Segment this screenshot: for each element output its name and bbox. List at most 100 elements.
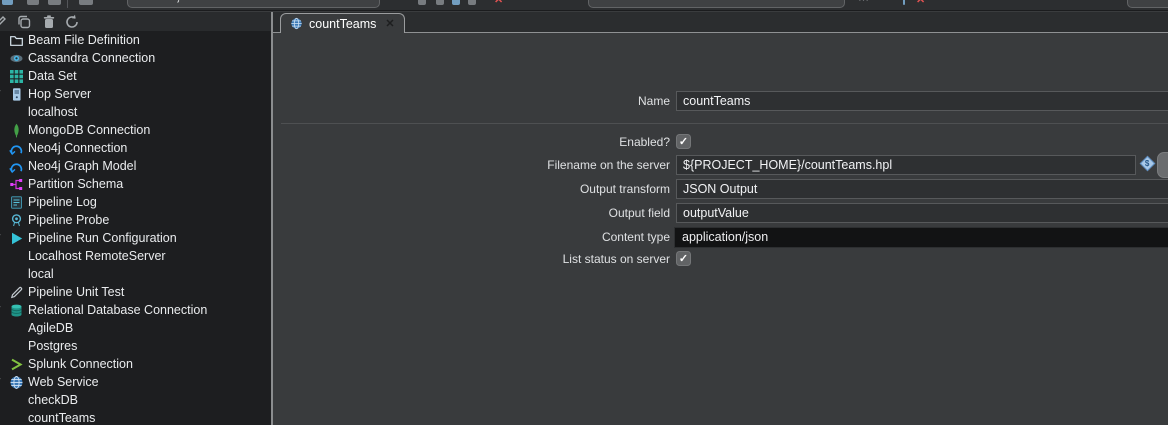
tree-item-pipeline-unit-test[interactable]: Pipeline Unit Test [0, 283, 271, 301]
environment-selector[interactable]: Local [588, 0, 845, 8]
environment-menu-icon[interactable]: ⋯ [858, 0, 870, 6]
pipeline-probe-icon [9, 213, 24, 228]
file-icon[interactable] [2, 0, 13, 5]
editor-area: countTeams ✕ Name Enabled?✓Filename on th… [273, 12, 1168, 425]
unit-test-icon [9, 285, 24, 300]
tree-item-localhost[interactable]: localhost [0, 103, 271, 121]
output-transform-label: Output transform [273, 179, 670, 200]
list-status-label: List status on server [273, 249, 670, 270]
tree-item-web-service[interactable]: ▾Web Service [0, 373, 271, 391]
variable-icon[interactable]: $ [1140, 156, 1156, 172]
filename-input[interactable] [676, 155, 1136, 175]
tree-item-mongodb-connection[interactable]: MongoDB Connection [0, 121, 271, 139]
main-toolbar: Test Project ✕ Local ⋯ ✕ [0, 0, 1168, 11]
output-field-input[interactable] [676, 203, 1168, 223]
save-icon[interactable] [27, 0, 39, 5]
sidebar-splitter[interactable] [271, 12, 273, 425]
project-selector[interactable]: Test Project [127, 0, 380, 8]
neo4j-icon [9, 159, 24, 174]
tree-item-label: checkDB [28, 391, 78, 409]
chevron-down-icon[interactable]: ▾ [0, 87, 6, 98]
close-icon[interactable]: ✕ [385, 17, 394, 30]
chevron-down-icon[interactable]: ▾ [0, 231, 6, 242]
filename-label: Filename on the server [273, 155, 670, 176]
tree-item-label: AgileDB [28, 319, 73, 337]
tree-item-label: local [28, 265, 54, 283]
webservice-icon [290, 17, 303, 30]
tree-item-neo4j-graph-model[interactable]: Neo4j Graph Model [0, 157, 271, 175]
metadata-toolbar [0, 12, 271, 31]
project-info-icon[interactable] [452, 0, 460, 5]
name-label: Name [273, 91, 670, 112]
chevron-down-icon[interactable]: ▾ [0, 375, 6, 386]
tree-item-label: Relational Database Connection [28, 301, 207, 319]
project-add-icon[interactable] [418, 0, 426, 5]
tree-item-label: Hop Server [28, 85, 91, 103]
tree-item-label: Beam File Definition [28, 31, 140, 49]
content-type-combo[interactable]: application/json [674, 227, 1168, 248]
run-selector[interactable] [1127, 0, 1168, 8]
tree-item-neo4j-connection[interactable]: Neo4j Connection [0, 139, 271, 157]
tree-item-label: Pipeline Run Configuration [28, 229, 177, 247]
tree-item-pipeline-log[interactable]: Pipeline Log [0, 193, 271, 211]
tree-item-label: Cassandra Connection [28, 49, 155, 67]
copy-icon[interactable] [16, 14, 32, 30]
tree-item-label: countTeams [28, 409, 95, 425]
save-as-icon[interactable] [48, 0, 61, 5]
tree-item-pipeline-run-configuration[interactable]: ▾ Pipeline Run Configuration [0, 229, 271, 247]
tab-title: countTeams [309, 17, 376, 31]
tree-item-cassandra-connection[interactable]: Cassandra Connection [0, 49, 271, 67]
tree-item-label: Pipeline Unit Test [28, 283, 124, 301]
output-transform-row: Output transform [273, 179, 1168, 200]
cassandra-icon [9, 51, 24, 66]
list-status-checkbox[interactable]: ✓ [676, 251, 691, 266]
project-delete-icon[interactable]: ✕ [494, 0, 503, 6]
tree-item-relational-database-connection[interactable]: ▾ Relational Database Connection [0, 301, 271, 319]
browse-button[interactable] [1157, 152, 1168, 178]
tree-item-partition-schema[interactable]: Partition Schema [0, 175, 271, 193]
webservice-icon [9, 375, 24, 390]
tree-item-label: Localhost RemoteServer [28, 247, 166, 265]
environment-add-icon[interactable] [903, 0, 905, 5]
tree-item-data-set[interactable]: Data Set [0, 67, 271, 85]
tab-countteams[interactable]: countTeams ✕ [280, 13, 405, 33]
tree-item-pipeline-probe[interactable]: Pipeline Probe [0, 211, 271, 229]
project-settings-icon[interactable] [468, 0, 476, 5]
enabled-row: Enabled?✓ [273, 132, 1168, 153]
filename-row: Filename on the server $ [273, 155, 1168, 176]
enabled-checkbox[interactable]: ✓ [676, 134, 691, 149]
delete-icon[interactable] [41, 14, 57, 30]
tree-item-agiledb[interactable]: AgileDB [0, 319, 271, 337]
chevron-down-icon[interactable]: ▾ [0, 303, 6, 314]
tree-item-local[interactable]: local [0, 265, 271, 283]
output-field-label: Output field [273, 203, 670, 224]
output-transform-input[interactable] [676, 179, 1168, 199]
run-config-icon [9, 231, 24, 246]
name-row: Name [273, 91, 1168, 112]
perspective-icon[interactable] [79, 0, 93, 5]
environment-delete-icon[interactable]: ✕ [916, 0, 925, 6]
tree-item-label: Data Set [28, 67, 77, 85]
tree-item-label: Pipeline Log [28, 193, 97, 211]
tree-item-splunk-connection[interactable]: Splunk Connection [0, 355, 271, 373]
tree-item-label: Partition Schema [28, 175, 123, 193]
refresh-icon[interactable] [64, 14, 80, 30]
tree-item-countteams[interactable]: countTeams [0, 409, 271, 425]
edit-icon[interactable] [0, 14, 8, 30]
name-input[interactable] [676, 91, 1168, 111]
rdbms-icon [9, 303, 24, 318]
tree-item-beam-file-definition[interactable]: Beam File Definition [0, 31, 271, 49]
tree-item-hop-server[interactable]: ▾ Hop Server [0, 85, 271, 103]
tree-item-checkdb[interactable]: checkDB [0, 391, 271, 409]
folder-icon [9, 33, 24, 48]
splunk-icon [9, 357, 24, 372]
project-edit-icon[interactable] [436, 0, 444, 5]
metadata-tree: Beam File DefinitionCassandra Connection… [0, 31, 271, 425]
project-selector-value: Test Project [137, 0, 194, 3]
toolbar-divider [67, 0, 68, 8]
metadata-sidebar: Beam File DefinitionCassandra Connection… [0, 12, 271, 425]
content-type-row: Content typeapplication/json [273, 227, 1168, 248]
partition-icon [9, 177, 24, 192]
tree-item-localhost-remoteserver[interactable]: Localhost RemoteServer [0, 247, 271, 265]
tree-item-postgres[interactable]: Postgres [0, 337, 271, 355]
